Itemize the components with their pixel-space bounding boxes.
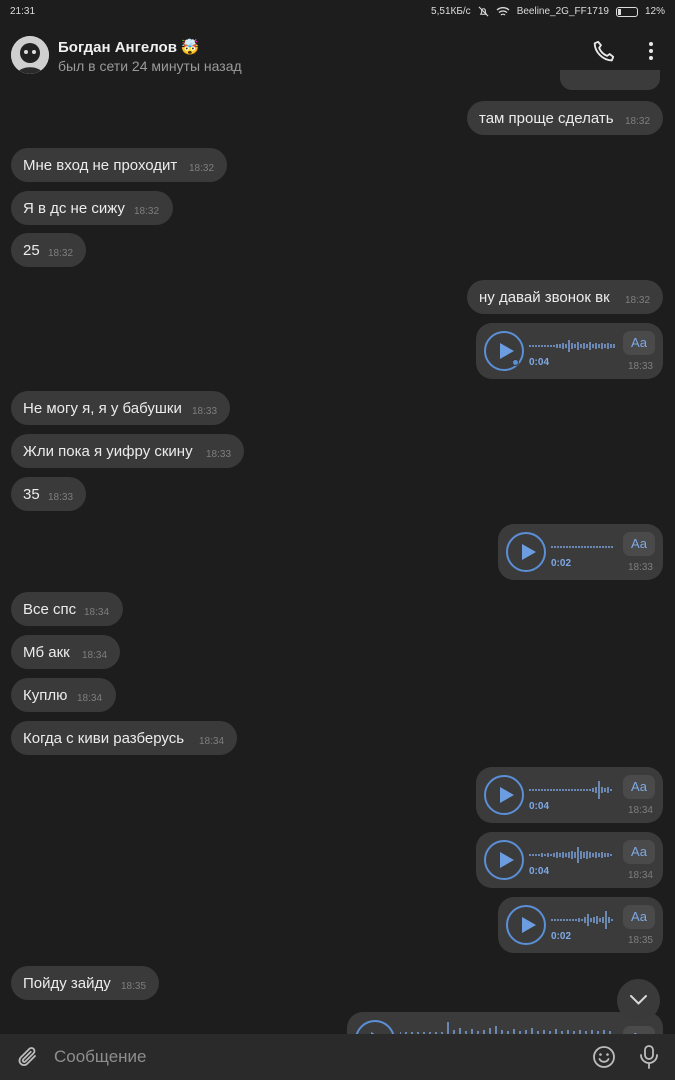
more-icon[interactable] <box>641 38 661 64</box>
waveform <box>551 911 613 929</box>
message-in[interactable]: 35 18:33 <box>11 477 86 511</box>
play-icon[interactable] <box>484 331 524 371</box>
voice-message[interactable]: 0:04 Aa 18:34 <box>476 832 663 888</box>
unread-dot <box>512 359 519 366</box>
voice-message[interactable]: 0:04 Aa 18:34 <box>476 767 663 823</box>
last-seen: был в сети 24 минуты назад <box>58 58 242 74</box>
message-in[interactable]: Жли пока я уифру скину 18:33 <box>11 434 244 468</box>
chevron-down-icon <box>630 995 647 1005</box>
battery-percent: 12% <box>644 6 665 17</box>
emoji-icon[interactable] <box>592 1045 616 1069</box>
play-icon[interactable] <box>484 775 524 815</box>
attach-icon[interactable] <box>16 1045 40 1069</box>
message-in[interactable]: 25 18:32 <box>11 233 86 267</box>
message-in[interactable]: Все спс 18:34 <box>11 592 123 626</box>
scroll-down-button[interactable] <box>617 979 660 1022</box>
message-in[interactable]: Не могу я, я у бабушки 18:33 <box>11 391 230 425</box>
play-icon[interactable] <box>506 532 546 572</box>
status-bar: 21:31 5,51КБ/с Beeline_2G_FF1719 12% <box>0 0 675 24</box>
waveform <box>529 847 612 863</box>
play-icon[interactable] <box>355 1020 395 1034</box>
message-in[interactable]: Пойду зайду 18:35 <box>11 966 159 1000</box>
transcribe-button[interactable]: Aa <box>623 840 655 864</box>
contact-name: Богдан Ангелов 🤯 <box>58 39 200 56</box>
voice-message[interactable]: 0:04 Aa 18:33 <box>476 323 663 379</box>
mute-bell-icon <box>478 6 489 17</box>
battery-icon <box>615 6 638 17</box>
message-in[interactable]: Когда с киви разберусь 18:34 <box>11 721 237 755</box>
transcribe-button[interactable]: Aa <box>623 905 655 929</box>
transcribe-button[interactable]: Aa <box>623 532 655 556</box>
network-name: Beeline_2G_FF1719 <box>516 6 609 17</box>
message-composer: Сообщение <box>0 1034 675 1080</box>
message-input[interactable]: Сообщение <box>54 1047 147 1067</box>
avatar[interactable] <box>11 36 49 74</box>
transcribe-button[interactable]: Aa <box>623 1026 655 1034</box>
message-in[interactable]: Мб акк 18:34 <box>11 635 120 669</box>
status-time: 21:31 <box>10 6 36 17</box>
play-icon[interactable] <box>506 905 546 945</box>
message-in[interactable]: Я в дс не сижу 18:32 <box>11 191 173 225</box>
waveform <box>551 546 613 548</box>
message-out[interactable]: там проще сделать 18:32 <box>467 101 663 135</box>
mind-blown-emoji: 🤯 <box>180 39 200 56</box>
message-in[interactable]: Куплю 18:34 <box>11 678 116 712</box>
transcribe-button[interactable]: Aa <box>623 775 655 799</box>
voice-message-partial[interactable]: Aa <box>347 1012 663 1034</box>
waveform <box>529 781 612 799</box>
waveform <box>529 340 615 352</box>
voice-message[interactable]: 0:02 Aa 18:35 <box>498 897 663 953</box>
mic-icon[interactable] <box>638 1044 660 1070</box>
message-bubble-partial[interactable] <box>560 70 660 90</box>
phone-icon[interactable] <box>591 38 617 64</box>
transcribe-button[interactable]: Aa <box>623 331 655 355</box>
waveform <box>400 1022 611 1034</box>
network-speed: 5,51КБ/с <box>431 6 471 17</box>
wifi-icon <box>496 7 510 16</box>
play-icon[interactable] <box>484 840 524 880</box>
message-out[interactable]: ну давай звонок вк 18:32 <box>467 280 663 314</box>
voice-message[interactable]: 0:02 Aa 18:33 <box>498 524 663 580</box>
message-in[interactable]: Мне вход не проходит 18:32 <box>11 148 227 182</box>
